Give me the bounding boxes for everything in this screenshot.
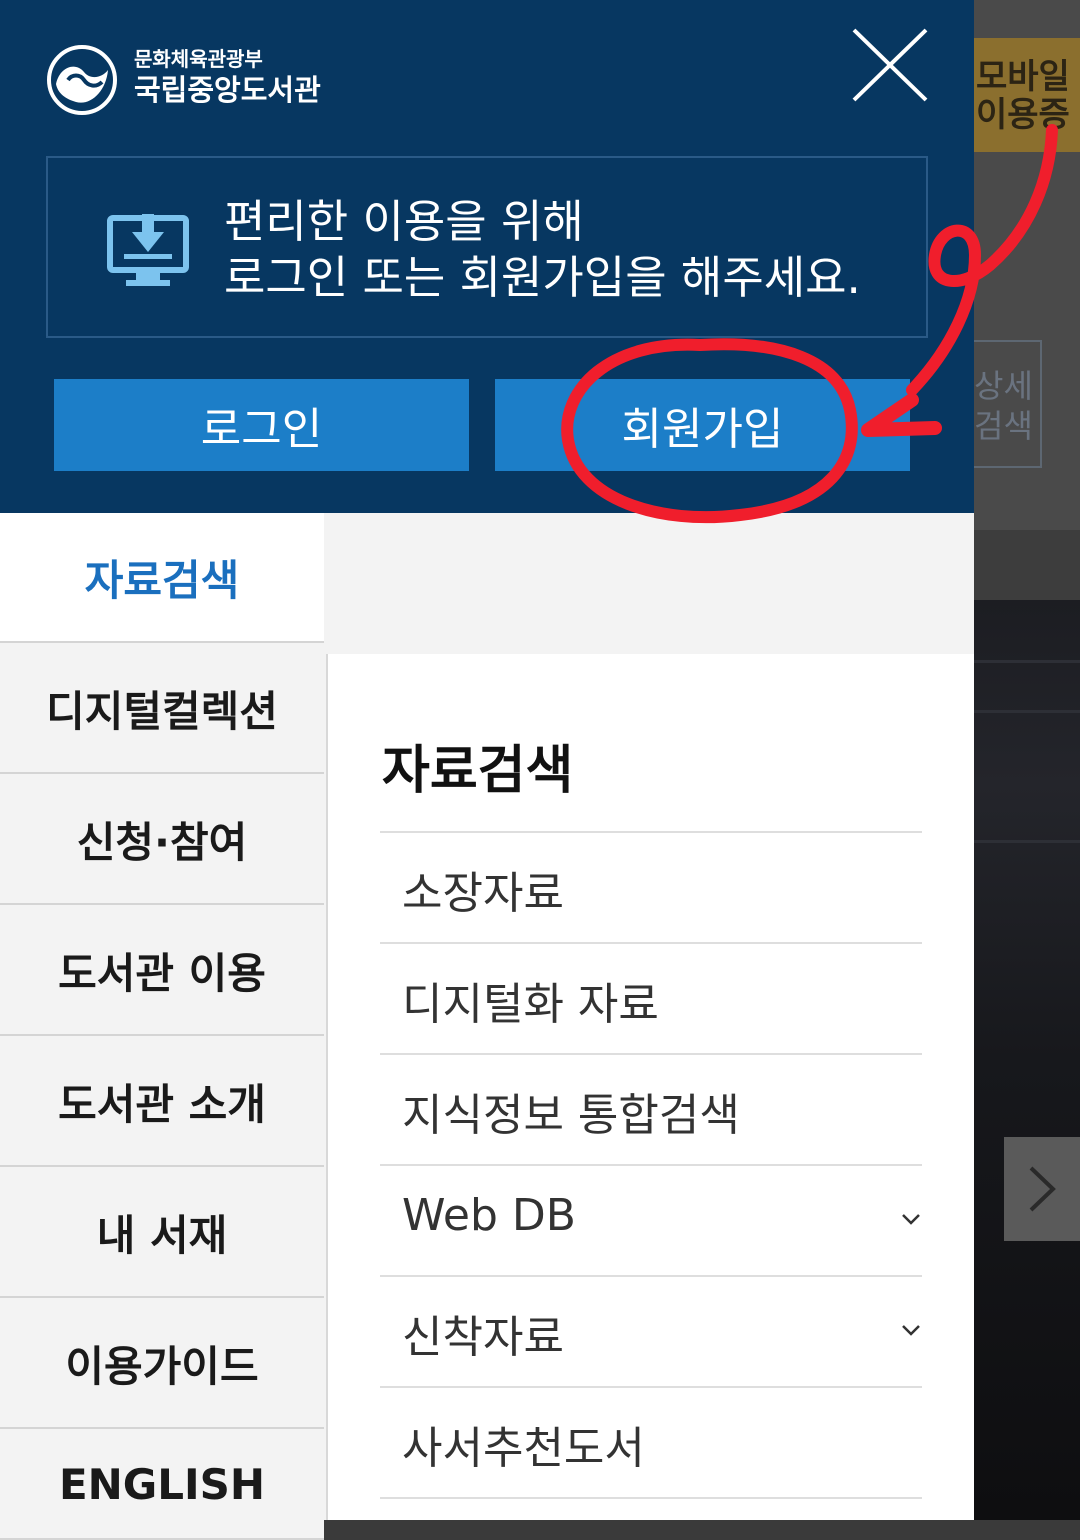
submenu-item-holdings[interactable]: 소장자료 xyxy=(380,831,922,942)
submenu-item-label: 디지털화 자료 xyxy=(402,979,659,1030)
main-category-menu: 자료검색 디지털컬렉션 신청·참여 도서관 이용 도서관 소개 내 서재 이용가… xyxy=(0,513,326,1540)
category-item-data-search[interactable]: 자료검색 xyxy=(0,513,324,643)
background-band xyxy=(974,530,1080,600)
category-item-my-library[interactable]: 내 서재 xyxy=(0,1168,324,1298)
category-item-digital-collection[interactable]: 디지털컬렉션 xyxy=(0,644,324,774)
login-button[interactable]: 로그인 xyxy=(54,379,469,471)
submenu-item-digitized[interactable]: 디지털화 자료 xyxy=(380,942,922,1053)
category-item-application[interactable]: 신청·참여 xyxy=(0,775,324,905)
notice-line-1: 편리한 이용을 위해 xyxy=(224,195,584,248)
navigation-drawer: 문화체육관광부 국립중앙도서관 편리한 이용을 위해 로그인 또는 회원가입을 … xyxy=(0,0,974,1540)
submenu-item-new-arrivals[interactable]: 신착자료 xyxy=(380,1275,922,1386)
mobile-id-card-label: 모바일 이용증 xyxy=(976,57,1070,135)
category-item-library-use[interactable]: 도서관 이용 xyxy=(0,906,324,1036)
submenu-item-integrated-search[interactable]: 지식정보 통합검색 xyxy=(380,1053,922,1164)
submenu-item-label: 소장자료 xyxy=(402,868,564,919)
submenu-panel: 자료검색 소장자료 디지털화 자료 지식정보 통합검색 Web DB 신착자료 … xyxy=(326,654,974,1520)
logo-text: 문화체육관광부 국립중앙도서관 xyxy=(134,46,321,108)
submenu-divider xyxy=(380,1497,922,1499)
category-item-library-intro[interactable]: 도서관 소개 xyxy=(0,1037,324,1167)
detailed-search-label: 상세 검색 xyxy=(974,367,1033,445)
login-notice-box: 편리한 이용을 위해 로그인 또는 회원가입을 해주세요. xyxy=(46,156,928,338)
login-notice-text: 편리한 이용을 위해 로그인 또는 회원가입을 해주세요. xyxy=(224,194,861,306)
submenu-item-label: 신착자료 xyxy=(402,1312,564,1363)
drawer-header: 문화체육관광부 국립중앙도서관 편리한 이용을 위해 로그인 또는 회원가입을 … xyxy=(0,0,974,513)
background-page: 모바일 이용증 상세 검색 xyxy=(974,0,1080,1520)
library-name: 국립중앙도서관 xyxy=(134,73,321,107)
close-icon[interactable] xyxy=(850,28,928,102)
category-item-english[interactable]: ENGLISH xyxy=(0,1430,324,1540)
ministry-name: 문화체육관광부 xyxy=(134,47,263,71)
signup-button[interactable]: 회원가입 xyxy=(495,379,910,471)
monitor-download-icon xyxy=(107,214,189,286)
chevron-right-icon xyxy=(1029,1166,1056,1212)
submenu-item-librarian-picks[interactable]: 사서추천도서 xyxy=(380,1386,922,1497)
notice-line-2: 로그인 또는 회원가입을 해주세요. xyxy=(224,251,861,304)
submenu-item-label: 사서추천도서 xyxy=(402,1423,645,1474)
chevron-down-icon[interactable] xyxy=(900,1208,922,1230)
submenu-item-label: Web DB xyxy=(402,1190,576,1241)
submenu-title: 자료검색 xyxy=(382,741,574,801)
carousel-next-button xyxy=(1004,1137,1080,1241)
chevron-down-icon[interactable] xyxy=(900,1319,922,1341)
background-photo xyxy=(974,600,1080,1520)
submenu-item-label: 지식정보 통합검색 xyxy=(402,1090,740,1141)
submenu-spacer xyxy=(326,513,974,654)
government-emblem-icon xyxy=(47,45,117,115)
submenu-item-web-db[interactable]: Web DB xyxy=(380,1164,922,1275)
category-item-user-guide[interactable]: 이용가이드 xyxy=(0,1299,324,1429)
